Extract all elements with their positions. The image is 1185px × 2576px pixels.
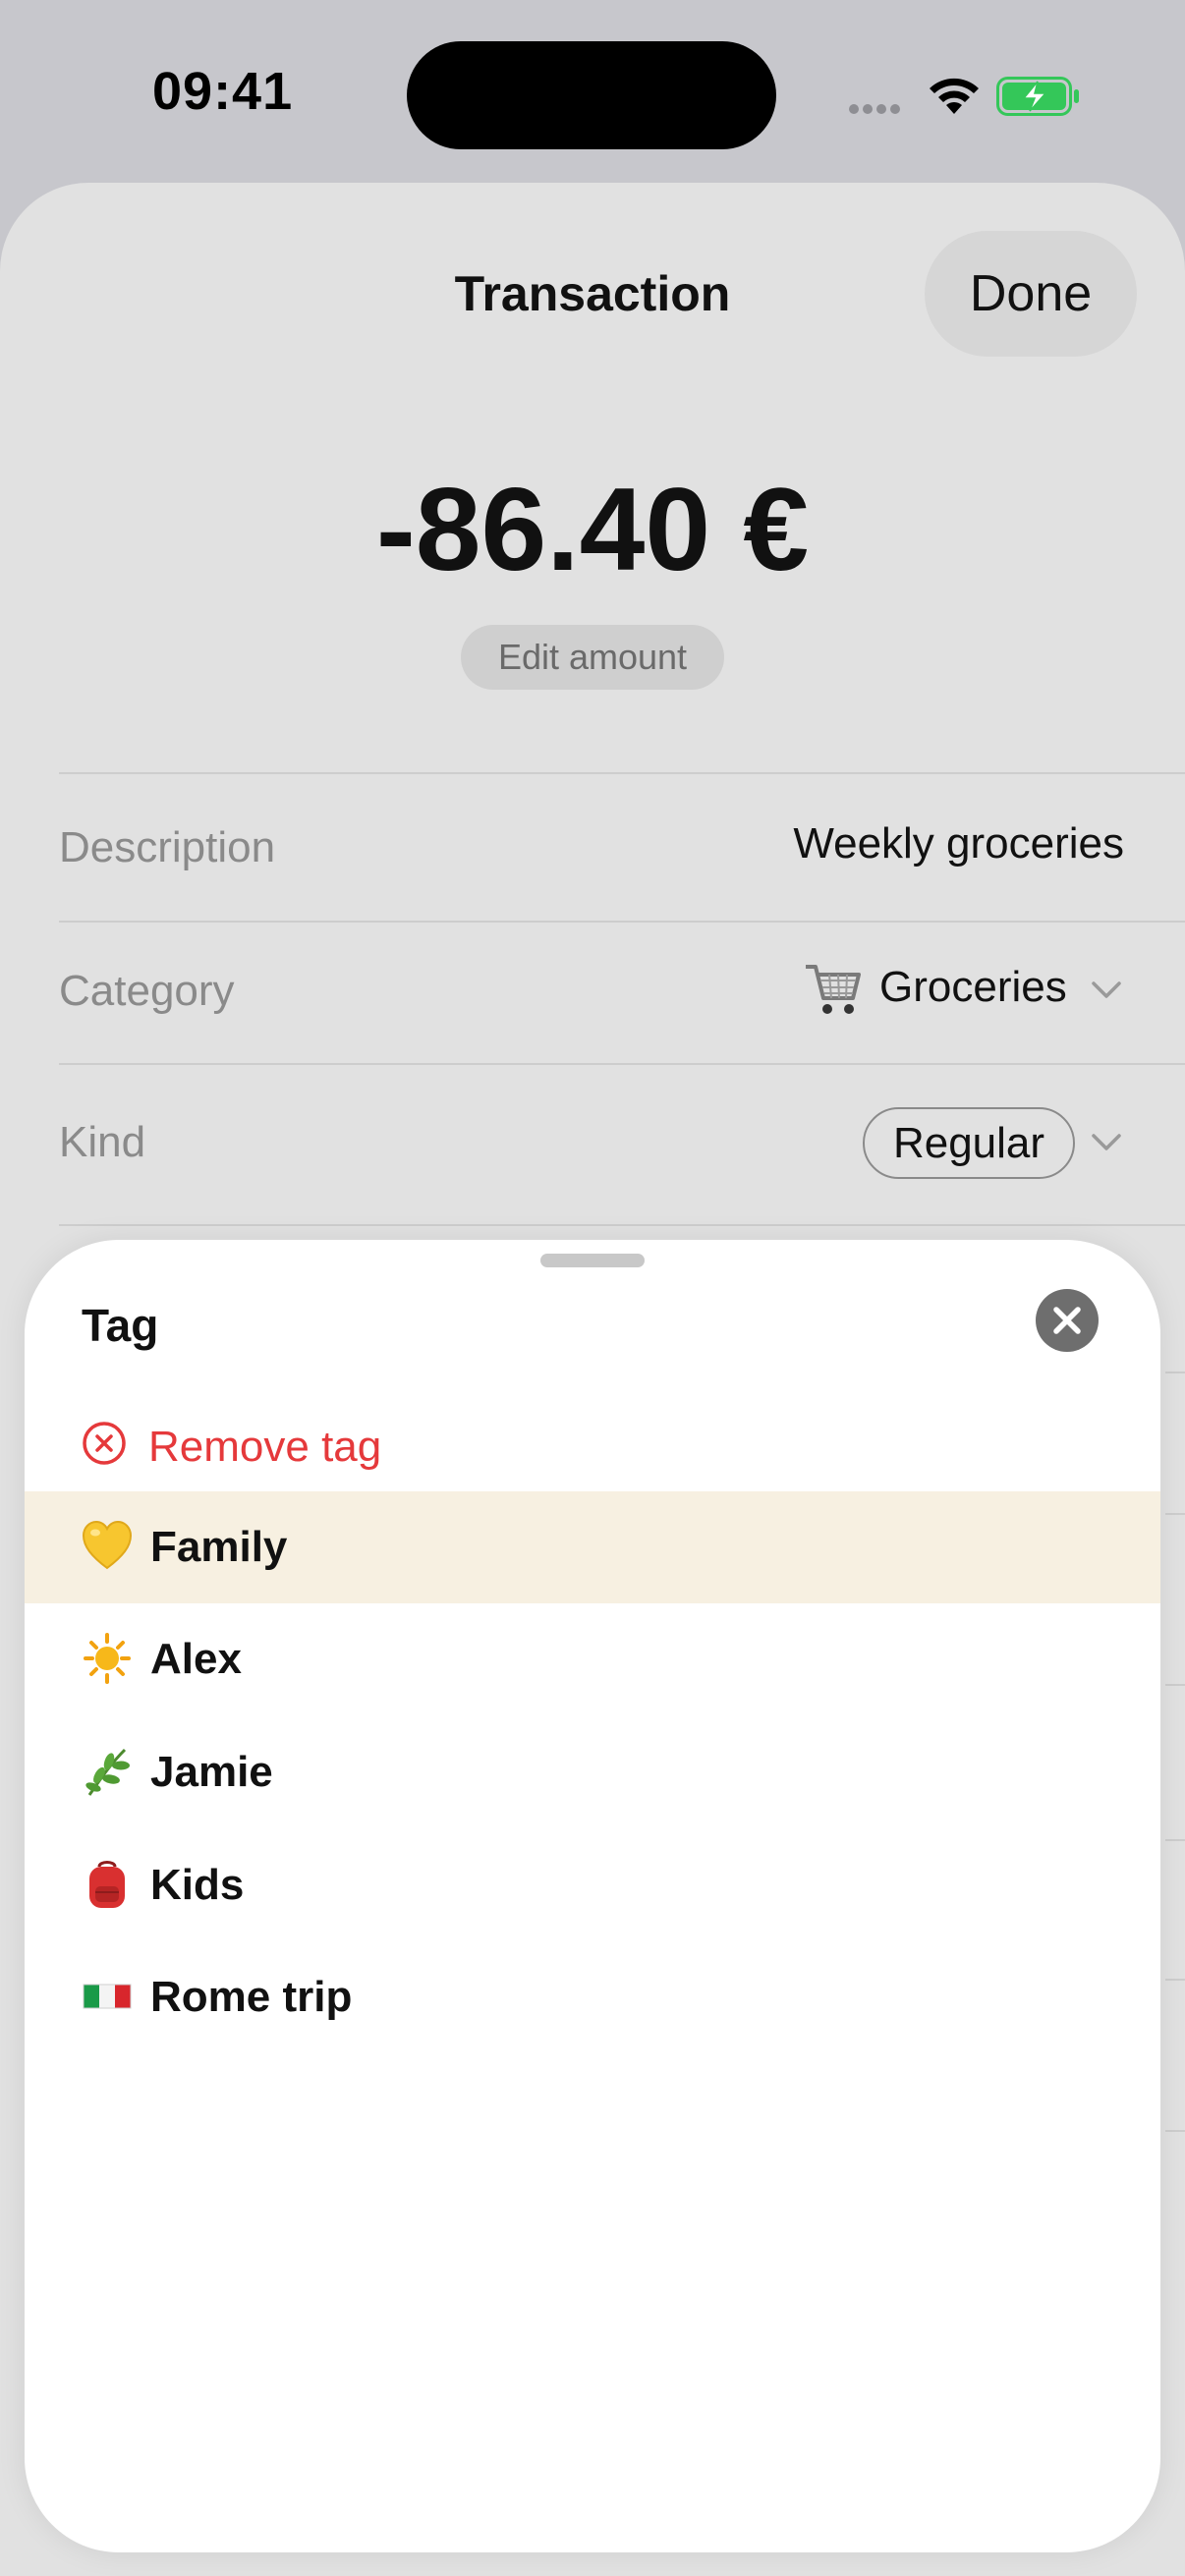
tag-label: Family [150,1523,288,1571]
divider [59,772,1185,774]
tag-item-jamie[interactable]: Jamie [25,1716,1160,1828]
cellular-signal-icon [849,104,908,114]
remove-tag-button[interactable]: Remove tag [82,1407,671,1485]
shopping-cart-icon [806,965,861,1014]
close-icon [1053,1307,1081,1334]
sheet-title: Tag [82,1300,159,1351]
category-value[interactable]: Groceries [879,963,1067,1012]
description-label: Description [59,823,276,871]
edit-amount-button[interactable]: Edit amount [461,625,724,690]
amount-display: -86.40 € [375,464,810,595]
dynamic-island [407,41,776,149]
sun-icon [84,1633,131,1684]
divider [59,1224,1185,1226]
description-value[interactable]: Weekly groceries [793,819,1124,868]
tag-label: Jamie [150,1748,273,1796]
remove-tag-label: Remove tag [148,1423,382,1471]
divider [59,921,1185,923]
chevron-down-icon[interactable] [1091,1133,1122,1152]
yellow-heart-icon [82,1520,133,1570]
chevron-down-icon[interactable] [1091,980,1122,1000]
remove-circle-icon [83,1422,126,1465]
done-button[interactable]: Done [925,231,1137,357]
tag-label: Kids [150,1861,245,1909]
divider [59,1063,1185,1065]
close-button[interactable] [1036,1289,1099,1352]
sheet-grabber[interactable] [540,1254,645,1267]
wifi-icon [930,78,979,114]
italy-flag-icon [83,1984,132,2009]
battery-charging-icon [996,77,1079,116]
status-time: 09:41 [152,62,294,121]
tag-item-kids[interactable]: Kids [25,1829,1160,1941]
category-label: Category [59,967,235,1015]
backpack-icon [89,1861,125,1908]
kind-select[interactable]: Regular [863,1107,1075,1179]
tag-item-alex[interactable]: Alex [25,1603,1160,1715]
kind-label: Kind [59,1118,146,1166]
tag-item-family[interactable]: Family [25,1491,1160,1603]
herb-icon [85,1748,130,1796]
tag-picker-sheet: Tag Remove tag Family Alex Jamie Kids Ro… [25,1240,1160,2552]
tag-item-rome-trip[interactable]: Rome trip [25,1941,1160,2053]
tag-label: Alex [150,1635,242,1683]
tag-label: Rome trip [150,1973,353,2021]
